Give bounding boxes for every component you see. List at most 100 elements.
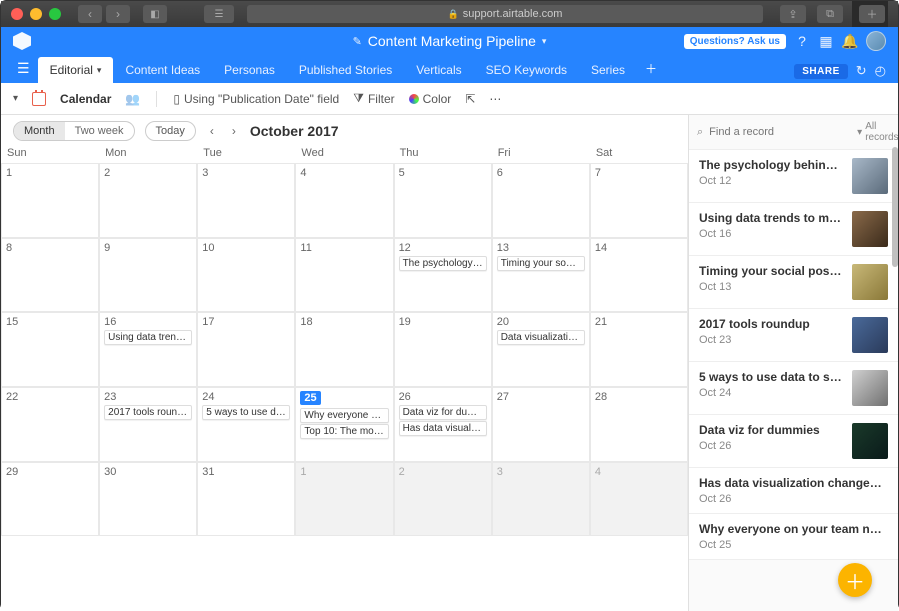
calendar-cell[interactable]: 22 [1, 387, 99, 462]
calendar-cell[interactable]: 31 [197, 462, 295, 537]
reader-icon[interactable]: ☰ [204, 5, 234, 23]
calendar-cell[interactable]: 3 [492, 462, 590, 537]
tab-editorial[interactable]: Editorial▾ [38, 57, 114, 83]
base-name[interactable]: ✎ Content Marketing Pipeline ▾ [353, 33, 547, 49]
ask-us-button[interactable]: Questions? Ask us [684, 34, 786, 49]
calendar-cell[interactable]: 15 [1, 312, 99, 387]
tab-series[interactable]: Series [579, 57, 637, 83]
new-tab-icon[interactable]: ＋ [859, 5, 885, 23]
record-item[interactable]: The psychology behind d...Oct 12 [689, 150, 898, 203]
calendar-cell[interactable]: 28 [590, 387, 688, 462]
add-record-button[interactable]: ＋ [838, 563, 872, 597]
menu-icon[interactable]: ☰ [9, 60, 38, 83]
range-twoweek[interactable]: Two week [65, 122, 134, 140]
collaborator-icon[interactable]: 👥 [125, 92, 140, 106]
airtable-logo-icon[interactable] [13, 32, 31, 50]
share-icon[interactable]: ⇪ [780, 5, 806, 23]
calendar-event[interactable]: Data viz for dummi... [399, 405, 487, 420]
share-button[interactable]: SHARE [794, 64, 848, 79]
scrollbar[interactable] [892, 147, 898, 611]
all-records-filter[interactable]: ▾ All records [857, 121, 898, 143]
calendar-event[interactable]: Data visualization:... [497, 330, 585, 345]
prev-period[interactable]: ‹ [206, 122, 218, 140]
tab-verticals[interactable]: Verticals [404, 57, 473, 83]
calendar-event[interactable]: Has data visualiza... [399, 421, 487, 436]
calendar-cell[interactable]: 2 [99, 163, 197, 238]
tab-published-stories[interactable]: Published Stories [287, 57, 404, 83]
nav-back[interactable]: ‹ [78, 5, 102, 23]
tab-seo-keywords[interactable]: SEO Keywords [474, 57, 579, 83]
address-bar[interactable]: 🔒 support.airtable.com [247, 5, 763, 23]
record-item[interactable]: Timing your social posts ...Oct 13 [689, 256, 898, 309]
calendar-cell[interactable]: 245 ways to use data... [197, 387, 295, 462]
calendar-cell[interactable]: 29 [1, 462, 99, 537]
calendar-cell[interactable]: 27 [492, 387, 590, 462]
calendar-cell[interactable]: 21 [590, 312, 688, 387]
color-button[interactable]: Color [409, 92, 452, 106]
calendar-cell[interactable]: 17 [197, 312, 295, 387]
calendar-event[interactable]: Why everyone on ... [300, 408, 388, 423]
nav-forward[interactable]: › [106, 5, 130, 23]
tabs-icon[interactable]: ⧉ [817, 5, 843, 23]
calendar-cell[interactable]: 19 [394, 312, 492, 387]
calendar-event[interactable]: Timing your social... [497, 256, 585, 271]
calendar-cell[interactable]: 16Using data trends ... [99, 312, 197, 387]
blocks-icon[interactable]: ▦ [818, 33, 834, 49]
record-item[interactable]: Why everyone on your team needs...Oct 25 [689, 514, 898, 560]
window-minimize[interactable] [30, 8, 42, 20]
notifications-icon[interactable]: 🔔 [842, 33, 858, 49]
help-icon[interactable]: ? [794, 33, 810, 49]
calendar-cell[interactable]: 12The psychology b... [394, 238, 492, 313]
more-icon[interactable]: ⋯ [489, 92, 503, 106]
record-item[interactable]: 2017 tools roundupOct 23 [689, 309, 898, 362]
calendar-cell[interactable]: 26Data viz for dummi...Has data visualiz… [394, 387, 492, 462]
share-view-icon[interactable]: ⇱ [465, 92, 475, 106]
next-period[interactable]: › [228, 122, 240, 140]
add-table-button[interactable]: ＋ [637, 54, 665, 83]
record-item[interactable]: 5 ways to use data to sel...Oct 24 [689, 362, 898, 415]
calendar-cell[interactable]: 13Timing your social... [492, 238, 590, 313]
calendar-cell[interactable]: 6 [492, 163, 590, 238]
calendar-event[interactable]: Top 10: The most ... [300, 424, 388, 439]
tab-personas[interactable]: Personas [212, 57, 287, 83]
calendar-cell[interactable]: 7 [590, 163, 688, 238]
base-settings-icon[interactable]: ◴ [875, 63, 886, 79]
calendar-cell[interactable]: 9 [99, 238, 197, 313]
record-item[interactable]: Data viz for dummiesOct 26 [689, 415, 898, 468]
calendar-event[interactable]: 5 ways to use data... [202, 405, 290, 420]
calendar-cell[interactable]: 14 [590, 238, 688, 313]
history-icon[interactable]: ↻ [856, 63, 867, 79]
window-zoom[interactable] [49, 8, 61, 20]
tab-content-ideas[interactable]: Content Ideas [113, 57, 212, 83]
calendar-event[interactable]: The psychology b... [399, 256, 487, 271]
calendar-cell[interactable]: 10 [197, 238, 295, 313]
calendar-cell[interactable]: 30 [99, 462, 197, 537]
calendar-cell[interactable]: 8 [1, 238, 99, 313]
calendar-cell[interactable]: 4 [590, 462, 688, 537]
sidebar-toggle-icon[interactable]: ◧ [143, 5, 167, 23]
calendar-cell[interactable]: 3 [197, 163, 295, 238]
record-item[interactable]: Using data trends to man...Oct 16 [689, 203, 898, 256]
window-close[interactable] [11, 8, 23, 20]
using-field[interactable]: ▯ Using "Publication Date" field [173, 92, 339, 106]
record-item[interactable]: Has data visualization changed th...Oct … [689, 468, 898, 514]
calendar-cell[interactable]: 18 [295, 312, 393, 387]
calendar-event[interactable]: 2017 tools roundup [104, 405, 192, 420]
avatar[interactable] [866, 31, 886, 51]
calendar-cell[interactable]: 4 [295, 163, 393, 238]
calendar-cell[interactable]: 20Data visualization:... [492, 312, 590, 387]
calendar-event[interactable]: Using data trends ... [104, 330, 192, 345]
today-button[interactable]: Today [145, 121, 196, 141]
calendar-cell[interactable]: 232017 tools roundup [99, 387, 197, 462]
range-month[interactable]: Month [14, 122, 65, 140]
calendar-cell[interactable]: 25Why everyone on ...Top 10: The most ..… [295, 387, 393, 462]
calendar-cell[interactable]: 11 [295, 238, 393, 313]
calendar-cell[interactable]: 1 [295, 462, 393, 537]
calendar-cell[interactable]: 5 [394, 163, 492, 238]
calendar-cell[interactable]: 2 [394, 462, 492, 537]
view-name[interactable]: Calendar [60, 92, 111, 106]
expand-icon[interactable]: ▾ [13, 93, 18, 104]
filter-button[interactable]: ⧩ Filter [353, 91, 394, 106]
calendar-cell[interactable]: 1 [1, 163, 99, 238]
search-input[interactable] [709, 126, 851, 138]
